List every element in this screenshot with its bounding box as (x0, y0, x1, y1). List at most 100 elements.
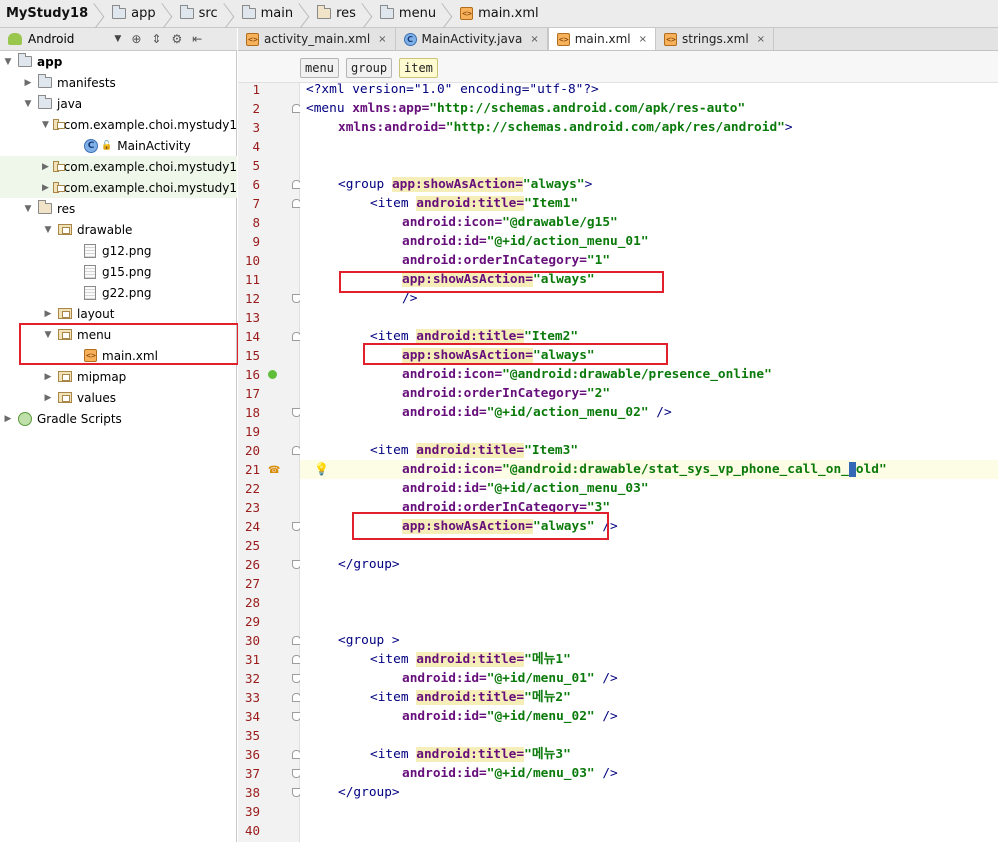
breadcrumb-separator (162, 0, 170, 28)
xml-crumb-menu[interactable]: menu (300, 58, 339, 78)
expand-arrow-icon[interactable]: ▶ (42, 309, 54, 319)
java-class-icon: C (84, 138, 98, 153)
line-number: 34 (244, 709, 260, 724)
tree-node-menu[interactable]: ▼ menu (0, 324, 237, 345)
tab-main-xml[interactable]: main.xml × (547, 28, 657, 50)
breadcrumb-res[interactable]: res (313, 0, 376, 28)
gear-icon[interactable]: ⚙ (171, 32, 182, 46)
tree-node-package-androidtest[interactable]: ▶ com.example.choi.mystudy1 (0, 177, 237, 198)
expand-arrow-icon[interactable]: ▼ (42, 330, 54, 340)
line-number: 31 (244, 652, 260, 667)
breadcrumb-main[interactable]: main (238, 0, 313, 28)
tab-activity-main-xml[interactable]: activity_main.xml × (238, 28, 396, 50)
code-line: android:id="@+id/menu_03" /> (300, 764, 998, 783)
tree-node-label: Gradle Scripts (37, 411, 122, 426)
expand-arrow-icon[interactable]: ▼ (22, 204, 34, 214)
breadcrumb-separator (299, 0, 307, 28)
code-token: /> (402, 291, 418, 306)
breadcrumb-app[interactable]: app (108, 0, 175, 28)
xml-file-icon (84, 349, 97, 362)
line-number: 22 (244, 481, 260, 496)
tree-node-gradle-scripts[interactable]: ▶ Gradle Scripts (0, 408, 237, 429)
expand-arrow-icon[interactable]: ▶ (42, 393, 54, 403)
line-number: 3 (252, 120, 260, 135)
code-token: android:id= (402, 405, 487, 420)
tab-label: strings.xml (682, 32, 749, 46)
tree-node-package[interactable]: ▼ com.example.choi.mystudy1 (0, 114, 237, 135)
tree-node-mainactivity[interactable]: C 🔓 MainActivity (0, 135, 237, 156)
package-icon (52, 161, 65, 172)
code-editor[interactable]: <?xml version="1.0" encoding="utf-8"?> <… (300, 82, 998, 842)
breadcrumb-menu[interactable]: menu (376, 0, 456, 28)
breadcrumb-project[interactable]: MyStudy18 (0, 0, 108, 28)
png-file-icon (84, 285, 96, 300)
sync-target-icon[interactable]: ⊕ (131, 32, 141, 46)
package-icon (58, 392, 72, 403)
phone-call-icon: ☎ (268, 465, 281, 476)
expand-arrow-icon[interactable]: ▶ (22, 78, 34, 88)
code-token: "always" (532, 519, 595, 534)
lock-icon: 🔓 (101, 140, 113, 151)
tree-node-label: res (57, 201, 76, 216)
tree-node-main-xml[interactable]: main.xml (0, 345, 237, 366)
breadcrumb-separator (94, 0, 102, 28)
code-token: "@+id/action_menu_01" (486, 234, 649, 249)
xml-file-icon (246, 32, 259, 46)
code-token: android:icon= (402, 462, 503, 477)
tree-node-mipmap[interactable]: ▶ mipmap (0, 366, 237, 387)
png-file-icon (84, 243, 96, 258)
expand-arrow-icon[interactable]: ▼ (42, 225, 54, 235)
folder-icon (38, 74, 52, 88)
code-token: android:icon= (402, 367, 503, 382)
hide-panel-icon[interactable]: ⇤ (192, 32, 202, 46)
expand-arrow-icon[interactable]: ▼ (2, 57, 14, 67)
expand-arrow-icon[interactable]: ▼ (42, 120, 49, 130)
code-token: xmlns:android= (338, 120, 446, 135)
tree-node-package-test[interactable]: ▶ com.example.choi.mystudy1 (0, 156, 237, 177)
close-icon[interactable]: × (639, 34, 647, 45)
tree-node-java[interactable]: ▼ java (0, 93, 237, 114)
close-icon[interactable]: × (530, 34, 538, 45)
expand-arrow-icon[interactable]: ▼ (22, 99, 34, 109)
code-token: app:showAsAction= (402, 348, 533, 363)
tree-node-g15[interactable]: g15.png (0, 261, 237, 282)
close-icon[interactable]: × (378, 34, 386, 45)
expand-arrow-icon[interactable]: ▶ (2, 414, 14, 424)
tree-node-app[interactable]: ▼ app (0, 51, 237, 72)
tree-node-values[interactable]: ▶ values (0, 387, 237, 408)
collapse-icon[interactable]: ⇕ (151, 32, 161, 46)
code-token: "메뉴3" (524, 747, 571, 762)
expand-arrow-icon[interactable]: ▶ (42, 372, 54, 382)
code-token: "@drawable/g15" (502, 215, 618, 230)
code-token: "Item1" (524, 196, 579, 211)
lightbulb-icon[interactable]: 💡 (314, 460, 329, 479)
close-icon[interactable]: × (757, 34, 765, 45)
breadcrumb-file[interactable]: main.xml (456, 0, 545, 28)
line-number: 7 (252, 196, 260, 211)
xml-crumb-item[interactable]: item (399, 58, 438, 78)
view-mode-selector[interactable]: Android (28, 32, 74, 46)
tree-node-drawable[interactable]: ▼ drawable (0, 219, 237, 240)
tree-node-layout[interactable]: ▶ layout (0, 303, 237, 324)
tree-node-g22[interactable]: g22.png (0, 282, 237, 303)
line-number: 17 (244, 386, 260, 401)
code-token: android:id= (402, 234, 487, 249)
expand-arrow-icon[interactable]: ▶ (42, 183, 49, 193)
line-number: 10 (244, 253, 260, 268)
line-number: 40 (244, 823, 260, 838)
code-token: "always" (532, 348, 595, 363)
breadcrumb-separator (362, 0, 370, 28)
tree-node-res[interactable]: ▼ res (0, 198, 237, 219)
tab-strings-xml[interactable]: strings.xml × (656, 28, 775, 50)
tree-node-manifests[interactable]: ▶ manifests (0, 72, 237, 93)
xml-crumb-group[interactable]: group (346, 58, 393, 78)
tree-node-label: com.example.choi.mystudy1 (63, 180, 237, 195)
code-token: <menu (306, 101, 353, 116)
tree-node-label: drawable (77, 222, 133, 237)
breadcrumb-src[interactable]: src (176, 0, 238, 28)
tree-node-g12[interactable]: g12.png (0, 240, 237, 261)
tab-mainactivity-java[interactable]: C MainActivity.java × (396, 28, 548, 50)
line-number: 8 (252, 215, 260, 230)
expand-arrow-icon[interactable]: ▶ (42, 162, 49, 172)
chevron-down-icon[interactable]: ▼ (114, 34, 121, 44)
